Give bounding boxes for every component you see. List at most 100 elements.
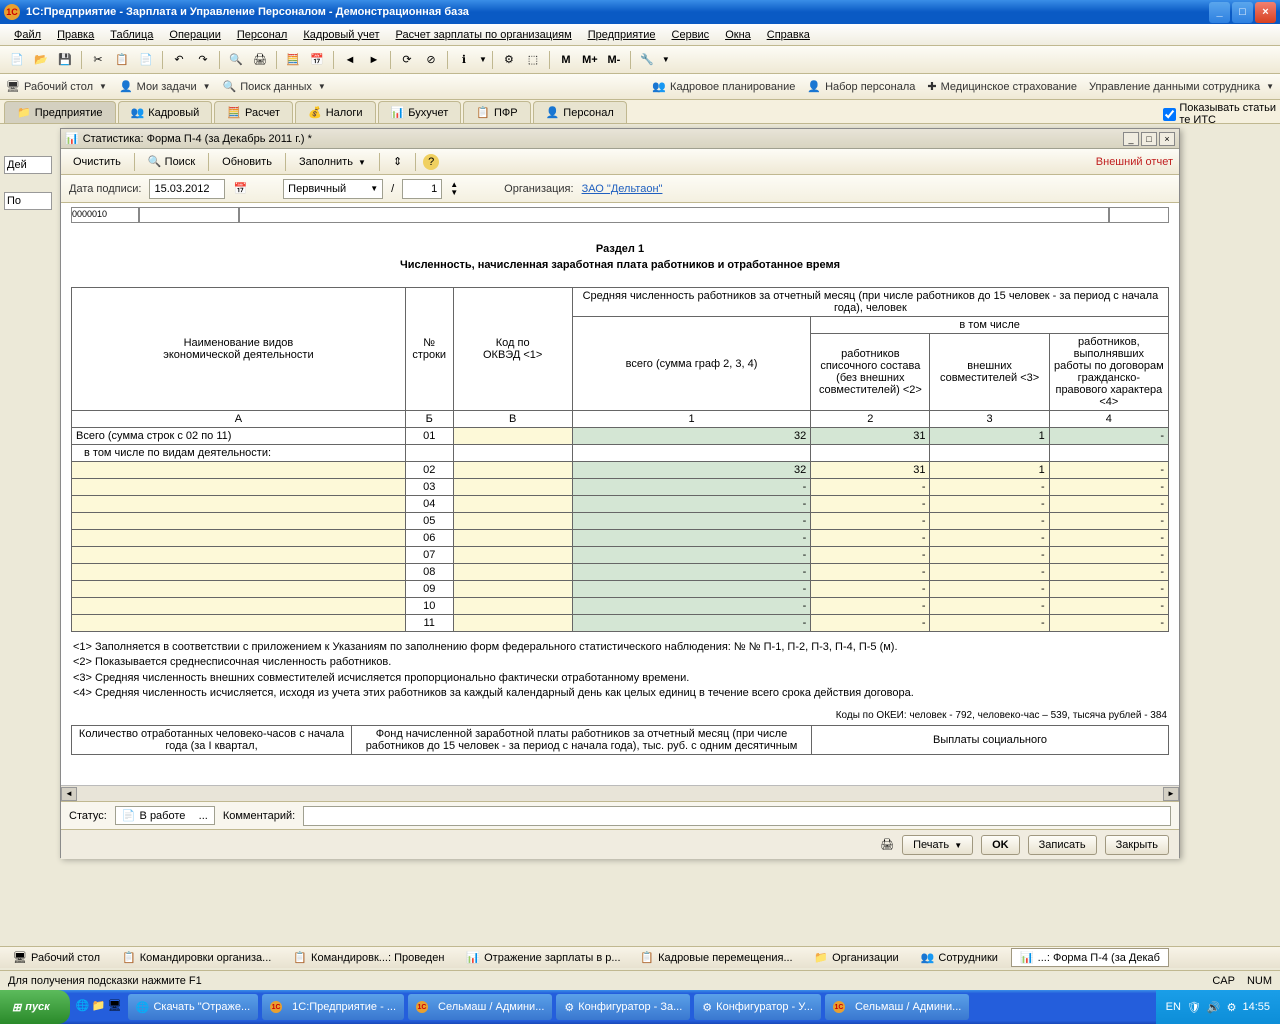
menu-operations[interactable]: Операции [161, 26, 228, 44]
refresh-icon[interactable]: ⟳ [396, 49, 418, 71]
redo-icon[interactable]: ↷ [192, 49, 214, 71]
tab-enterprise[interactable]: 📁 Предприятие [4, 101, 116, 123]
cell[interactable]: 1 [930, 428, 1049, 445]
horizontal-scrollbar[interactable]: ◄ ► [61, 785, 1179, 801]
tool-icon[interactable]: 🔧 [636, 49, 658, 71]
quicklaunch-icon[interactable]: 🖥 [108, 999, 124, 1015]
date-input[interactable] [149, 179, 225, 199]
cell[interactable] [72, 462, 406, 479]
fill-button[interactable]: Заполнить ▼ [293, 153, 372, 171]
m-bold-icon[interactable]: M [555, 49, 577, 71]
cell[interactable]: 32 [572, 428, 810, 445]
help-icon[interactable]: ? [423, 154, 439, 170]
taskbar-item[interactable]: ⚙ Конфигуратор - У... [694, 994, 821, 1020]
menu-payroll[interactable]: Расчет зарплаты по организациям [388, 26, 580, 44]
taskbar-item[interactable]: 1C Сельмаш / Админи... [408, 994, 552, 1020]
expand-icon[interactable]: ⇕ [387, 152, 408, 171]
left-field-1[interactable]: Дей [4, 156, 52, 174]
quicklaunch-icon[interactable]: 🌐 [76, 999, 92, 1015]
tray-icon[interactable]: 🛡 [1187, 1001, 1201, 1014]
taskbar-item[interactable]: 1C Сельмаш / Админи... [825, 994, 969, 1020]
save-button[interactable]: Записать [1028, 835, 1097, 855]
lang-indicator[interactable]: EN [1166, 1001, 1181, 1013]
tab-calc[interactable]: 🧮 Расчет [214, 101, 293, 123]
menu-hr[interactable]: Кадровый учет [295, 26, 387, 44]
minimize-button[interactable]: _ [1209, 2, 1230, 23]
cell[interactable]: 31 [811, 428, 930, 445]
show-stats-checkbox[interactable]: Показывать статьи те ИТС [1163, 102, 1276, 126]
task-current[interactable]: 📊 ...: Форма П-4 (за Декаб [1011, 948, 1169, 967]
save-icon[interactable]: 💾 [54, 49, 76, 71]
report-body[interactable]: 0000010 Раздел 1 Численность, начисленна… [61, 203, 1179, 785]
date-picker-icon[interactable]: 📅 [233, 182, 247, 195]
cut-icon[interactable]: ✂ [87, 49, 109, 71]
calc-icon[interactable]: 🧮 [282, 49, 304, 71]
m-minus-icon[interactable]: M- [603, 49, 625, 71]
print-button[interactable]: Печать ▼ [902, 835, 973, 855]
task-item[interactable]: 📋 Командировки организа... [113, 948, 280, 967]
menu-table[interactable]: Таблица [102, 26, 161, 44]
undo-icon[interactable]: ↶ [168, 49, 190, 71]
paste-icon[interactable]: 📄 [135, 49, 157, 71]
dropdown-icon[interactable]: ▼ [479, 55, 487, 64]
tab-hr[interactable]: 👥 Кадровый [118, 101, 213, 123]
scroll-left-icon[interactable]: ◄ [61, 787, 77, 801]
forward-icon[interactable]: ► [363, 49, 385, 71]
help-icon[interactable]: ℹ [453, 49, 475, 71]
my-tasks-link[interactable]: 👤 Мои задачи ▼ [119, 80, 211, 93]
back-icon[interactable]: ◄ [339, 49, 361, 71]
menu-enterprise[interactable]: Предприятие [580, 26, 664, 44]
refresh-button[interactable]: Обновить [216, 153, 278, 171]
employee-data-link[interactable]: Управление данными сотрудника ▼ [1089, 81, 1274, 93]
tray-icon[interactable]: 🔊 [1207, 1001, 1221, 1014]
comment-input[interactable] [303, 806, 1171, 826]
print-icon[interactable]: 🖨 [249, 49, 271, 71]
calendar-icon[interactable]: 📅 [306, 49, 328, 71]
tray-icon[interactable]: ⚙ [1227, 1001, 1237, 1014]
tab-personnel[interactable]: 👤 Персонал [533, 101, 627, 123]
type-dropdown[interactable]: Первичный▼ [283, 179, 383, 199]
number-input[interactable] [402, 179, 442, 199]
close-button[interactable]: × [1255, 2, 1276, 23]
config2-icon[interactable]: ⬚ [522, 49, 544, 71]
menu-windows[interactable]: Окна [717, 26, 759, 44]
clock[interactable]: 14:55 [1242, 1001, 1270, 1013]
hr-planning-link[interactable]: 👥 Кадровое планирование [652, 80, 795, 93]
tab-taxes[interactable]: 💰 Налоги [295, 101, 376, 123]
printer-icon[interactable]: 🖨 [880, 838, 894, 851]
tab-accounting[interactable]: 📊 Бухучет [378, 101, 462, 123]
task-desktop[interactable]: 🖥 Рабочий стол [4, 948, 109, 967]
insurance-link[interactable]: ✚ Медицинское страхование [927, 80, 1077, 93]
cell[interactable] [453, 428, 572, 445]
quicklaunch-icon[interactable]: 📁 [92, 999, 108, 1015]
recruitment-link[interactable]: 👤 Набор персонала [807, 80, 915, 93]
scroll-right-icon[interactable]: ► [1163, 787, 1179, 801]
task-item[interactable]: 👥 Сотрудники [912, 948, 1007, 967]
external-report-link[interactable]: Внешний отчет [1096, 156, 1173, 168]
menu-help[interactable]: Справка [759, 26, 818, 44]
dropdown-icon[interactable]: ▼ [662, 55, 670, 64]
clear-button[interactable]: Очистить [67, 153, 127, 171]
inner-maximize-button[interactable]: □ [1141, 132, 1157, 146]
task-item[interactable]: 📋 Кадровые перемещения... [631, 948, 801, 967]
inner-minimize-button[interactable]: _ [1123, 132, 1139, 146]
status-dropdown[interactable]: 📄 В работе ... [115, 806, 215, 825]
find-icon[interactable]: 🔍 [225, 49, 247, 71]
close-button[interactable]: Закрыть [1105, 835, 1169, 855]
left-field-2[interactable]: По [4, 192, 52, 210]
maximize-button[interactable]: □ [1232, 2, 1253, 23]
task-item[interactable]: 📁 Организации [805, 948, 907, 967]
cell[interactable]: - [1049, 428, 1168, 445]
config-icon[interactable]: ⚙ [498, 49, 520, 71]
spinner-icon[interactable]: ▲▼ [450, 181, 458, 197]
ok-button[interactable]: OK [981, 835, 1020, 855]
menu-service[interactable]: Сервис [664, 26, 718, 44]
taskbar-item[interactable]: 🌐 Скачать "Отраже... [128, 994, 258, 1020]
desktop-link[interactable]: 🖥 Рабочий стол ▼ [6, 80, 107, 93]
tab-pfr[interactable]: 📋 ПФР [463, 101, 530, 123]
m-plus-icon[interactable]: M+ [579, 49, 601, 71]
org-link[interactable]: ЗАО "Дельтаон" [582, 183, 663, 195]
search-button[interactable]: 🔍 Поиск [142, 152, 201, 171]
start-button[interactable]: ⊞ пуск [0, 990, 70, 1024]
new-icon[interactable]: 📄 [6, 49, 28, 71]
